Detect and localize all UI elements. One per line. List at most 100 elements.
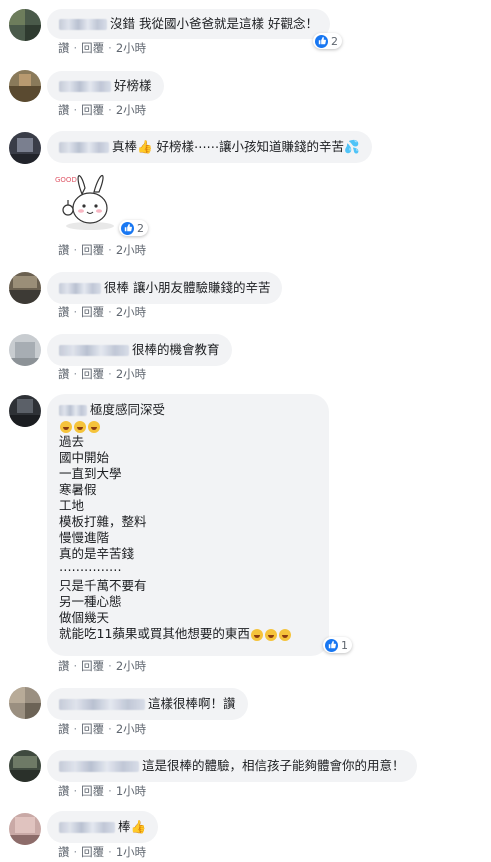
timestamp[interactable]: 1小時: [116, 784, 146, 798]
laughing-emoji-icon: [250, 628, 263, 641]
comment-text: 很棒 讓小朋友體驗賺錢的辛苦: [104, 280, 271, 295]
comment-actions: 讚 · 回覆 · 2小時: [58, 243, 147, 257]
comment-line: 工地: [59, 498, 85, 513]
comment-line: 另一種心態: [59, 594, 122, 609]
comment-text: 沒錯 我從國小爸爸就是這樣 好觀念！: [110, 16, 318, 31]
avatar[interactable]: [9, 70, 41, 102]
comment-first-line: 極度感同深受: [90, 402, 166, 417]
commenter-name[interactable]: [59, 761, 139, 772]
comment-bubble: 很棒的機會教育: [47, 334, 232, 366]
commenter-name[interactable]: [59, 345, 129, 356]
commenter-name[interactable]: [59, 81, 111, 92]
reply-link[interactable]: 回覆: [81, 367, 104, 381]
like-link[interactable]: 讚: [58, 845, 70, 859]
like-link[interactable]: 讚: [58, 305, 70, 319]
comment-actions: 讚 · 回覆 · 2小時: [58, 367, 147, 381]
avatar[interactable]: [9, 687, 41, 719]
comment-actions: 讚 · 回覆 · 2小時: [58, 305, 147, 319]
comment-text: 棒👍: [118, 819, 147, 834]
comment-bubble: 真棒👍 好榜樣⋯⋯讓小孩知道賺錢的辛苦💦: [47, 131, 372, 163]
laughing-emoji-icon: [264, 628, 277, 641]
avatar[interactable]: [9, 272, 41, 304]
timestamp[interactable]: 2小時: [116, 367, 146, 381]
commenter-name[interactable]: [59, 142, 109, 153]
comment-bubble: 這樣很棒啊！讚: [47, 688, 248, 720]
comment-line: 做個幾天: [59, 610, 110, 625]
commenter-name[interactable]: [59, 283, 101, 294]
comment-line: 寒暑假: [59, 482, 97, 497]
comment-bubble: 沒錯 我從國小爸爸就是這樣 好觀念！: [47, 9, 330, 39]
like-link[interactable]: 讚: [58, 367, 70, 381]
comment-line: 一直到大學: [59, 466, 122, 481]
emoji-row: [59, 418, 317, 434]
comment-text: 真棒👍 好榜樣⋯⋯讓小孩知道賺錢的辛苦💦: [112, 139, 360, 154]
reply-link[interactable]: 回覆: [81, 659, 104, 673]
laughing-emoji-icon: [278, 628, 291, 641]
like-link[interactable]: 讚: [58, 722, 70, 736]
timestamp[interactable]: 1小時: [116, 845, 146, 859]
like-link[interactable]: 讚: [58, 659, 70, 673]
reaction-count[interactable]: 2: [313, 33, 342, 49]
reply-link[interactable]: 回覆: [81, 722, 104, 736]
rabbit-good-sticker: GOOD: [55, 174, 114, 230]
reply-link[interactable]: 回覆: [81, 243, 104, 257]
like-link[interactable]: 讚: [58, 784, 70, 798]
reply-link[interactable]: 回覆: [81, 103, 104, 117]
timestamp[interactable]: 2小時: [116, 41, 146, 55]
comment-actions: 讚 · 回覆 · 2小時: [58, 722, 147, 736]
reaction-count[interactable]: 1: [323, 637, 352, 653]
svg-text:GOOD: GOOD: [55, 176, 77, 184]
timestamp[interactable]: 2小時: [116, 722, 146, 736]
avatar[interactable]: [9, 9, 41, 41]
like-reaction-icon: [121, 221, 134, 235]
comment-bubble: 好榜樣: [47, 71, 164, 101]
comment-bubble: 很棒 讓小朋友體驗賺錢的辛苦: [47, 272, 283, 304]
like-link[interactable]: 讚: [58, 243, 70, 257]
comment-actions: 讚 · 回覆 · 1小時: [58, 784, 147, 798]
comment-text: 很棒的機會教育: [132, 342, 220, 357]
like-reaction-icon: [325, 638, 338, 652]
like-reaction-icon: [315, 34, 328, 48]
timestamp[interactable]: 2小時: [116, 305, 146, 319]
comment-last-line: 就能吃11蘋果或買其他想要的東西: [59, 626, 250, 641]
laughing-emoji-icon: [74, 420, 86, 433]
avatar[interactable]: [9, 750, 41, 782]
reaction-count[interactable]: 2: [119, 220, 148, 236]
timestamp[interactable]: 2小時: [116, 103, 146, 117]
comment-bubble: 棒👍: [47, 811, 159, 843]
comment-line: 國中開始: [59, 450, 110, 465]
reply-link[interactable]: 回覆: [81, 845, 104, 859]
comment-actions: 讚 · 回覆 · 2小時: [58, 41, 147, 55]
laughing-emoji-icon: [60, 420, 72, 433]
avatar[interactable]: [9, 334, 41, 366]
comment-line: ⋯⋯⋯⋯⋯: [59, 562, 122, 577]
comment-line: 過去: [59, 434, 85, 449]
laughing-emoji-icon: [88, 420, 100, 433]
comment-line: 模板打雜，整料: [59, 514, 147, 529]
like-link[interactable]: 讚: [58, 103, 70, 117]
comment-line: 真的是辛苦錢: [59, 546, 135, 561]
avatar[interactable]: [9, 132, 41, 164]
reply-link[interactable]: 回覆: [81, 784, 104, 798]
commenter-name[interactable]: [59, 822, 115, 833]
comment-text: 這樣很棒啊！讚: [148, 696, 236, 711]
comment-actions: 讚 · 回覆 · 1小時: [58, 845, 147, 859]
like-link[interactable]: 讚: [58, 41, 70, 55]
commenter-name[interactable]: [59, 19, 107, 30]
comment-bubble: 這是很棒的體驗，相信孩子能夠體會你的用意！: [47, 750, 417, 782]
comment-line: 只是千萬不要有: [59, 578, 147, 593]
reply-link[interactable]: 回覆: [81, 41, 104, 55]
comment-bubble: 極度感同深受 過去 國中開始 一直到大學 寒暑假 工地 模板打雜，整料 慢慢進階…: [47, 394, 329, 656]
comment-text: 好榜樣: [114, 78, 152, 93]
avatar[interactable]: [9, 813, 41, 845]
avatar[interactable]: [9, 395, 41, 427]
comment-actions: 讚 · 回覆 · 2小時: [58, 659, 147, 673]
comment-line: 慢慢進階: [59, 530, 110, 545]
timestamp[interactable]: 2小時: [116, 243, 146, 257]
reply-link[interactable]: 回覆: [81, 305, 104, 319]
comment-actions: 讚 · 回覆 · 2小時: [58, 103, 147, 117]
commenter-name[interactable]: [59, 405, 87, 416]
comment-text: 這是很棒的體驗，相信孩子能夠體會你的用意！: [142, 758, 405, 773]
commenter-name[interactable]: [59, 699, 145, 710]
timestamp[interactable]: 2小時: [116, 659, 146, 673]
